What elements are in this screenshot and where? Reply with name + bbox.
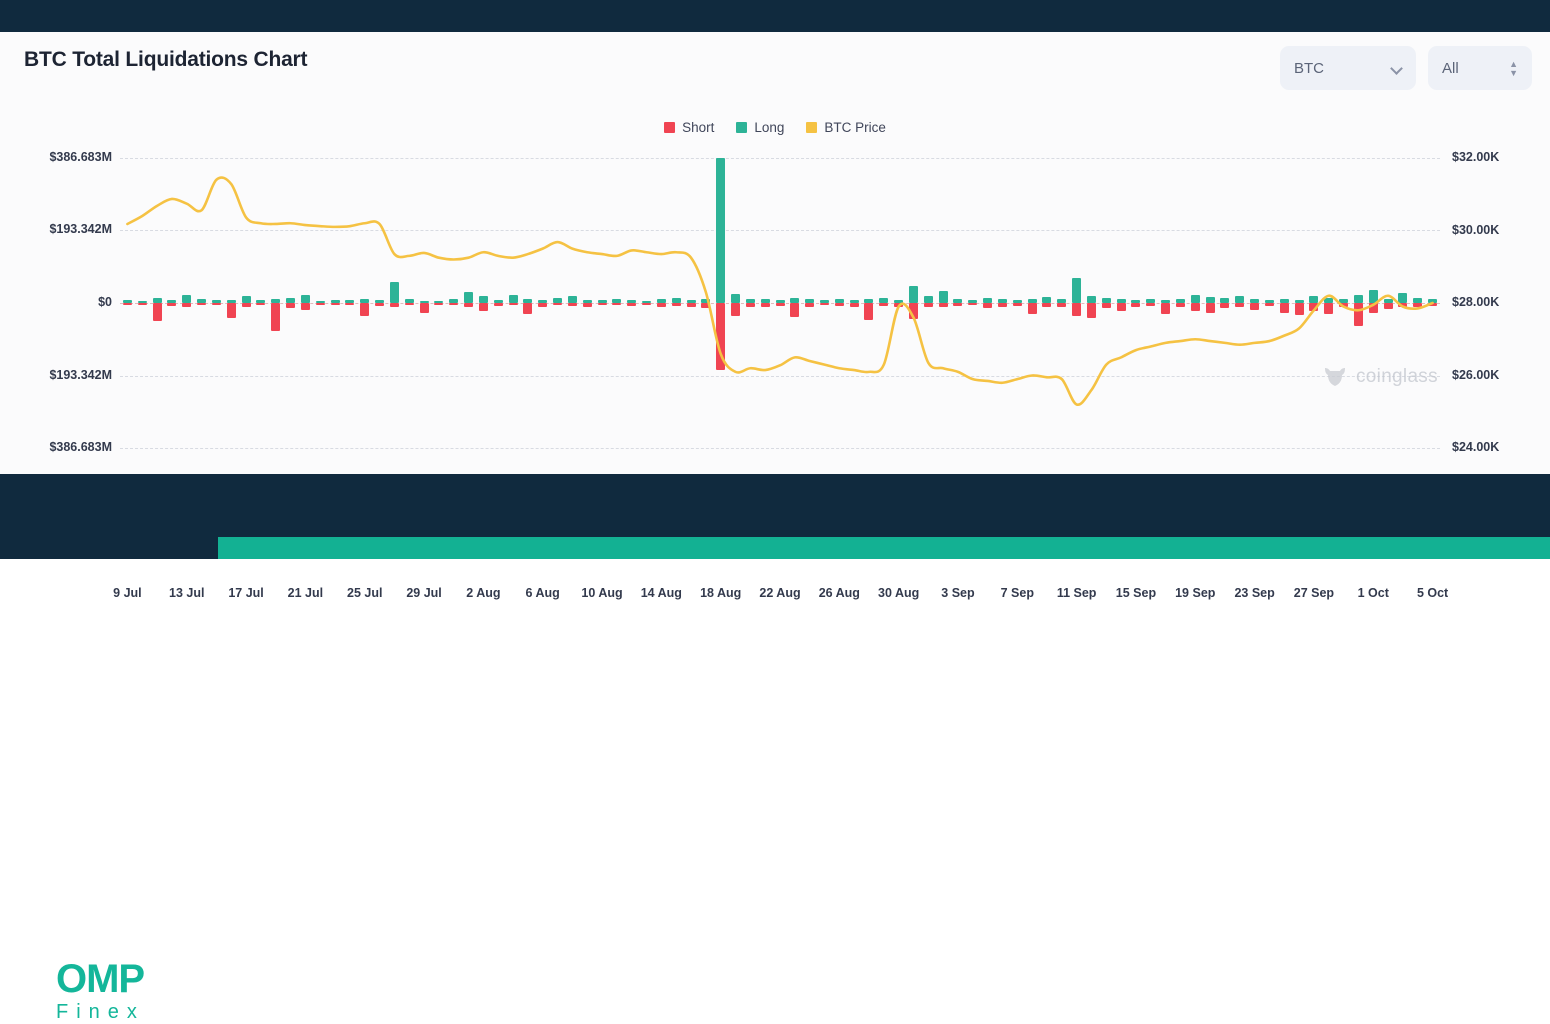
x-axis-tick: 17 Jul: [228, 586, 264, 600]
y-axis-right-tick: $30.00K: [1452, 222, 1500, 237]
legend-label: BTC Price: [824, 120, 886, 135]
x-axis-tick: 29 Jul: [406, 586, 442, 600]
coinglass-watermark: coinglass: [1322, 364, 1438, 390]
x-axis-tick: 30 Aug: [878, 586, 920, 600]
chevron-down-icon: [1392, 63, 1402, 73]
x-axis-tick: 6 Aug: [525, 586, 560, 600]
chart-page: BTC Total Liquidations Chart BTC All ▲ ▼ …: [0, 0, 1550, 1023]
legend-swatch: [664, 122, 676, 133]
ompfinex-logo: OMP Finex: [56, 958, 145, 1024]
x-axis-tick: 10 Aug: [581, 586, 623, 600]
legend-swatch: [736, 122, 748, 133]
x-axis-tick: 23 Sep: [1234, 586, 1275, 600]
range-selector[interactable]: All ▲ ▼: [1428, 46, 1532, 90]
x-axis-tick: 22 Aug: [759, 586, 801, 600]
coin-selector-value: BTC: [1294, 59, 1324, 77]
chart-plot-area: $386.683M $193.342M $0 $193.342M $386.683M $3…: [49, 150, 1499, 600]
y-axis-right-tick: $32.00K: [1452, 150, 1500, 164]
x-axis-tick: 11 Sep: [1056, 586, 1097, 600]
x-axis-tick: 25 Jul: [347, 586, 383, 600]
legend-swatch: [806, 122, 818, 133]
logo-secondary: Finex: [56, 1001, 145, 1023]
footer-teal-bar: [218, 537, 1550, 559]
y-axis-left-tick: $193.342M: [49, 222, 112, 237]
range-selector-value: All: [1442, 59, 1459, 77]
x-axis-tick: 7 Sep: [1000, 586, 1034, 600]
page-title: BTC Total Liquidations Chart: [24, 48, 308, 71]
x-axis-tick: 1 Oct: [1357, 586, 1389, 600]
watermark-text: coinglass: [1356, 366, 1438, 387]
chart-controls: BTC All ▲ ▼: [1280, 46, 1532, 90]
bull-head-icon: [1325, 368, 1345, 386]
top-dark-band: [0, 0, 1550, 32]
chart-card: BTC Total Liquidations Chart BTC All ▲ ▼ …: [0, 32, 1550, 600]
x-axis-tick: 26 Aug: [818, 586, 860, 600]
x-axis-tick: 15 Sep: [1115, 586, 1157, 600]
y-axis-right-tick: $24.00K: [1452, 440, 1500, 454]
y-axis-left-tick: $193.342M: [49, 367, 112, 382]
up-down-stepper-icon: ▲ ▼: [1509, 58, 1518, 78]
y-axis-right-tick: $26.00K: [1452, 367, 1500, 382]
y-axis-left-tick: $386.683M: [49, 440, 112, 454]
legend-item-btc-price[interactable]: BTC Price: [806, 120, 886, 135]
y-axis-left-tick: $0: [98, 295, 112, 309]
x-axis-tick: 19 Sep: [1175, 586, 1216, 600]
chart-legend: Short Long BTC Price: [0, 120, 1550, 135]
x-axis-tick: 21 Jul: [287, 586, 324, 600]
x-axis-tick: 5 Oct: [1416, 586, 1449, 600]
y-axis-right-tick: $28.00K: [1452, 295, 1500, 309]
gridline: [120, 448, 1440, 449]
x-axis-tick: 18 Aug: [700, 586, 742, 600]
legend-item-short[interactable]: Short: [664, 120, 714, 135]
legend-item-long[interactable]: Long: [736, 120, 784, 135]
logo-primary: OMP: [56, 957, 145, 1001]
x-axis-tick: 3 Sep: [941, 586, 975, 600]
y-axis-left-tick: $386.683M: [49, 150, 112, 164]
x-axis-tick: 2 Aug: [466, 586, 501, 600]
legend-label: Long: [754, 120, 785, 135]
x-axis-tick: 9 Jul: [113, 586, 142, 600]
x-axis-tick: 27 Sep: [1293, 586, 1335, 600]
legend-label: Short: [682, 120, 715, 135]
x-axis-tick: 14 Aug: [640, 586, 682, 600]
x-axis-tick: 13 Jul: [169, 586, 205, 600]
coin-selector[interactable]: BTC: [1280, 46, 1416, 90]
btc-price-line: [126, 176, 1434, 406]
